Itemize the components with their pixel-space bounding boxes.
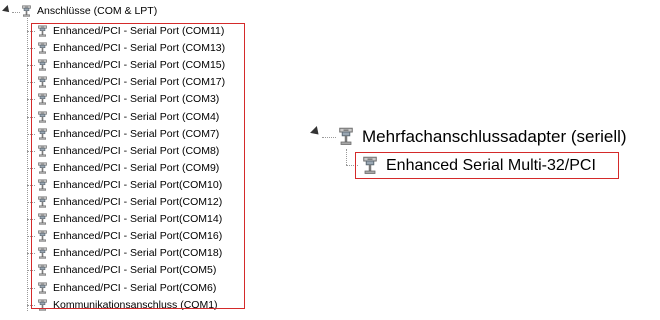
expand-collapse-icon[interactable] bbox=[2, 5, 12, 15]
tree-connector bbox=[12, 12, 20, 13]
serial-port-icon bbox=[20, 5, 33, 18]
highlight-box-serial-ports bbox=[31, 23, 245, 309]
tree-node-multiport-card[interactable]: Enhanced Serial Multi-32/PCI bbox=[360, 154, 596, 178]
device-tree-left: Anschlüsse (COM & LPT) Enhanced/PCI - Se… bbox=[0, 0, 270, 320]
serial-port-icon bbox=[360, 155, 380, 177]
tree-connector-vertical bbox=[27, 18, 28, 311]
tree-connector-vertical bbox=[346, 149, 347, 165]
tree-node-label: Anschlüsse (COM & LPT) bbox=[37, 5, 158, 17]
device-tree-right: Mehrfachanschlussadapter (seriell) Enhan… bbox=[300, 120, 660, 200]
tree-connector bbox=[322, 137, 336, 138]
serial-port-icon bbox=[336, 126, 356, 148]
tree-node-ports-parent[interactable]: Anschlüsse (COM & LPT) bbox=[20, 3, 157, 20]
expand-collapse-icon[interactable] bbox=[310, 126, 322, 138]
tree-node-label: Enhanced Serial Multi-32/PCI bbox=[386, 157, 596, 174]
tree-node-multiport-parent[interactable]: Mehrfachanschlussadapter (seriell) bbox=[336, 125, 627, 149]
tree-node-label: Mehrfachanschlussadapter (seriell) bbox=[362, 127, 627, 146]
